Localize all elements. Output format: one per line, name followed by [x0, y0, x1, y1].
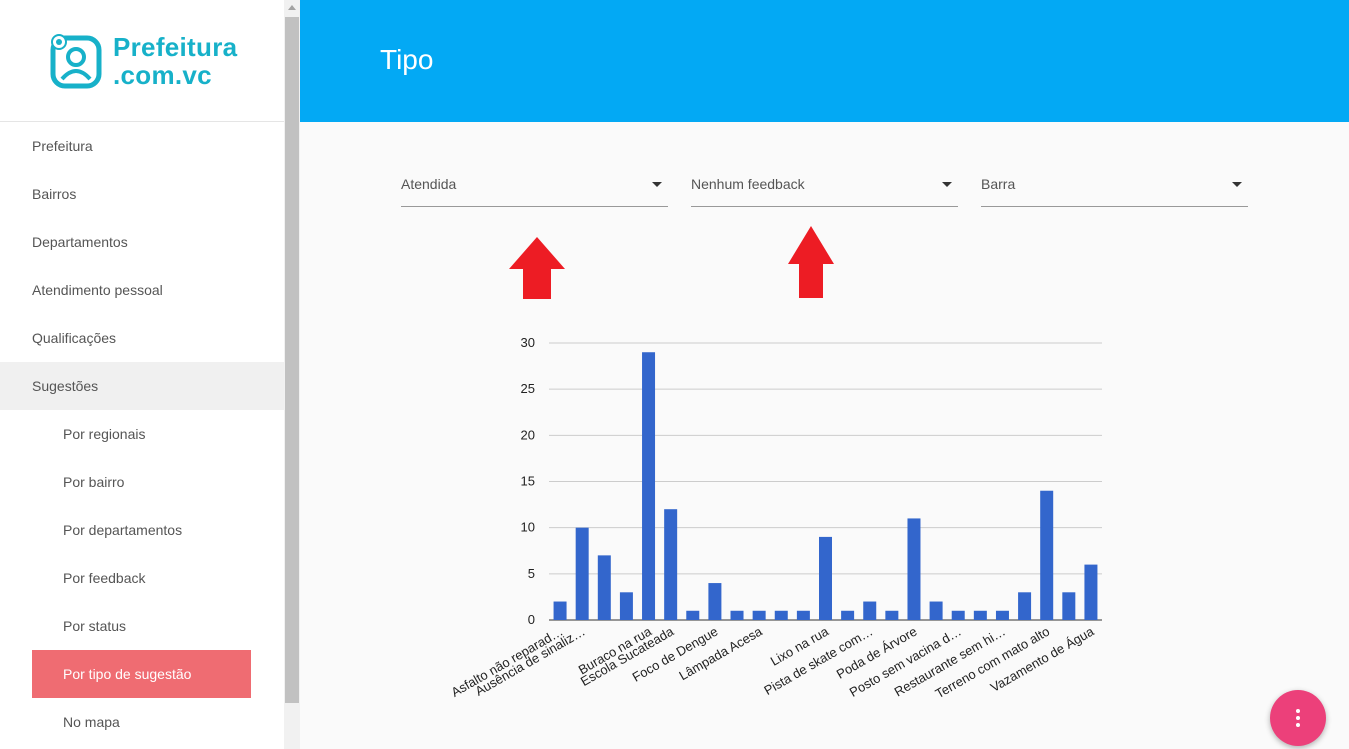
- more-vert-icon: [1296, 709, 1300, 713]
- sidebar-item-bairros[interactable]: Bairros: [0, 170, 284, 218]
- bar[interactable]: [863, 601, 877, 620]
- red-up-arrow-icon: [509, 237, 565, 299]
- y-tick-label: 10: [521, 520, 535, 535]
- bar[interactable]: [1018, 592, 1032, 620]
- bar[interactable]: [885, 610, 899, 620]
- bar[interactable]: [973, 610, 987, 620]
- y-tick-label: 0: [528, 612, 535, 627]
- sidebar-subitem-por-tipo-de-sugestao[interactable]: Por tipo de sugestão: [32, 650, 251, 698]
- bar[interactable]: [642, 352, 656, 620]
- bar[interactable]: [752, 610, 766, 620]
- sidebar-subitem-no-mapa[interactable]: No mapa: [0, 698, 284, 746]
- sidebar-subitem-por-departamentos[interactable]: Por departamentos: [0, 506, 284, 554]
- bar[interactable]: [730, 610, 744, 620]
- bar[interactable]: [553, 601, 567, 620]
- bar[interactable]: [796, 610, 810, 620]
- sidebar-item-qualificacoes[interactable]: Qualificações: [0, 314, 284, 362]
- more-options-button[interactable]: [1270, 690, 1326, 746]
- x-tick-label: Ausência de sinaliz…: [473, 624, 588, 699]
- chevron-down-icon: [1232, 182, 1242, 187]
- brand-name: Prefeitura .com.vc: [113, 33, 237, 89]
- bar[interactable]: [951, 610, 965, 620]
- brand-line1: Prefeitura: [113, 32, 238, 62]
- sidebar-subitem-por-feedback[interactable]: Por feedback: [0, 554, 284, 602]
- y-tick-label: 15: [521, 474, 535, 489]
- bar[interactable]: [597, 555, 611, 620]
- bar[interactable]: [907, 518, 921, 620]
- feedback-select[interactable]: Nenhum feedback: [691, 160, 958, 207]
- y-tick-label: 30: [521, 335, 535, 350]
- page-header: Tipo: [300, 0, 1349, 122]
- chevron-down-icon: [652, 182, 662, 187]
- y-tick-label: 25: [521, 381, 535, 396]
- person-logo-icon: [50, 34, 102, 89]
- scroll-up-arrow-icon[interactable]: [288, 5, 296, 10]
- sidebar-subitem-por-status[interactable]: Por status: [0, 602, 284, 650]
- sidebar-subitem-por-bairro[interactable]: Por bairro: [0, 458, 284, 506]
- bar[interactable]: [995, 610, 1009, 620]
- red-up-arrow-icon: [788, 226, 834, 298]
- sidebar-item-departamentos[interactable]: Departamentos: [0, 218, 284, 266]
- bar[interactable]: [1062, 592, 1076, 620]
- page-title: Tipo: [380, 44, 434, 75]
- bar[interactable]: [929, 601, 943, 620]
- chart-type-select[interactable]: Barra: [981, 160, 1248, 207]
- sidebar-item-prefeitura[interactable]: Prefeitura: [0, 122, 284, 170]
- bar[interactable]: [774, 610, 788, 620]
- sidebar-scrollbar[interactable]: [284, 0, 300, 749]
- bar[interactable]: [708, 583, 722, 620]
- sidebar-item-atendimento-pessoal[interactable]: Atendimento pessoal: [0, 266, 284, 314]
- bar[interactable]: [575, 527, 589, 620]
- bar[interactable]: [686, 610, 700, 620]
- sidebar: Prefeitura .com.vc Prefeitura Bairros De…: [0, 0, 284, 749]
- bar[interactable]: [1084, 564, 1098, 620]
- sidebar-item-sugestoes[interactable]: Sugestões: [0, 362, 284, 410]
- bar[interactable]: [664, 509, 678, 620]
- status-select-value: Atendida: [401, 176, 457, 192]
- bar-chart: 0 5 10 15 20 25 30 Asfalto não reparad…Ausência…: [449, 335, 1102, 701]
- logo[interactable]: Prefeitura .com.vc: [0, 0, 284, 122]
- scroll-thumb[interactable]: [285, 17, 299, 703]
- more-vert-icon: [1296, 723, 1300, 727]
- bar[interactable]: [1040, 490, 1054, 620]
- brand-line2: .com.vc: [113, 60, 212, 90]
- bar[interactable]: [841, 610, 855, 620]
- status-select[interactable]: Atendida: [401, 160, 668, 207]
- bar[interactable]: [819, 536, 832, 620]
- chart-type-select-value: Barra: [981, 176, 1016, 192]
- y-tick-label: 5: [528, 566, 535, 581]
- more-vert-icon: [1296, 716, 1300, 720]
- chevron-down-icon: [942, 182, 952, 187]
- y-tick-label: 20: [521, 427, 535, 442]
- feedback-select-value: Nenhum feedback: [691, 176, 805, 192]
- bar[interactable]: [619, 592, 633, 620]
- x-tick-label: Asfalto não reparad…: [449, 624, 566, 700]
- sidebar-subitem-por-regionais[interactable]: Por regionais: [0, 410, 284, 458]
